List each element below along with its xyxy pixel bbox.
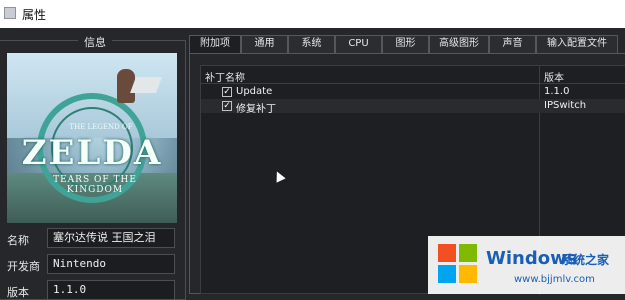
table-header: 补丁名称 版本 bbox=[201, 66, 625, 84]
watermark: Windows 系统之家 www.bjjmlv.com bbox=[428, 236, 625, 294]
logo-quadrant bbox=[459, 244, 477, 262]
checkbox-checked-icon[interactable]: ✓ bbox=[222, 101, 232, 111]
tab-audio[interactable]: 声音 bbox=[489, 35, 536, 53]
name-label: 名称 bbox=[7, 234, 29, 247]
tab-cpu[interactable]: CPU bbox=[335, 35, 382, 53]
tab-addons[interactable]: 附加项 bbox=[189, 35, 241, 54]
checkbox-checked-icon[interactable]: ✓ bbox=[222, 87, 232, 97]
tab-advanced-graphics[interactable]: 高级图形 bbox=[429, 35, 489, 53]
developer-field[interactable]: Nintendo bbox=[47, 254, 175, 274]
name-field[interactable]: 塞尔达传说 王国之泪 bbox=[47, 228, 175, 248]
windows-logo-icon bbox=[438, 244, 478, 284]
app-icon bbox=[4, 7, 16, 19]
tab-system[interactable]: 系统 bbox=[288, 35, 335, 53]
version-field[interactable]: 1.1.0 bbox=[47, 280, 175, 300]
logo-quadrant bbox=[459, 265, 477, 283]
watermark-brand-cn: 系统之家 bbox=[561, 253, 610, 267]
patch-name: 修复补丁 bbox=[236, 104, 276, 115]
table-row[interactable]: ✓ Update 1.1.0 bbox=[201, 85, 625, 99]
watermark-url: www.bjjmlv.com bbox=[514, 274, 595, 285]
tab-input-profiles[interactable]: 输入配置文件 bbox=[536, 35, 618, 53]
tab-graphics[interactable]: 图形 bbox=[382, 35, 429, 53]
game-cover-image: THE LEGEND OF ZELDA TEARS OF THE KINGDOM bbox=[7, 53, 177, 223]
window-title: 属性 bbox=[22, 8, 47, 22]
info-heading: 信息 bbox=[78, 34, 112, 50]
cover-logo-sub: TEARS OF THE KINGDOM bbox=[53, 175, 137, 195]
title-bar: 属性 bbox=[0, 0, 625, 28]
cover-logo-main: ZELDA bbox=[21, 133, 163, 173]
cover-logo-small: THE LEGEND OF bbox=[69, 123, 133, 131]
patch-version: 1.1.0 bbox=[544, 86, 570, 97]
tab-general[interactable]: 通用 bbox=[241, 35, 288, 53]
logo-quadrant bbox=[438, 265, 456, 283]
column-header-name[interactable]: 补丁名称 bbox=[205, 69, 245, 84]
patch-name: Update bbox=[236, 86, 273, 97]
developer-label: 开发商 bbox=[7, 260, 40, 273]
patch-version: IPSwitch bbox=[544, 100, 587, 111]
version-label: 版本 bbox=[7, 286, 29, 299]
table-row[interactable]: ✓ 修复补丁 IPSwitch bbox=[201, 99, 625, 115]
logo-quadrant bbox=[438, 244, 456, 262]
column-header-version[interactable]: 版本 bbox=[544, 69, 564, 84]
